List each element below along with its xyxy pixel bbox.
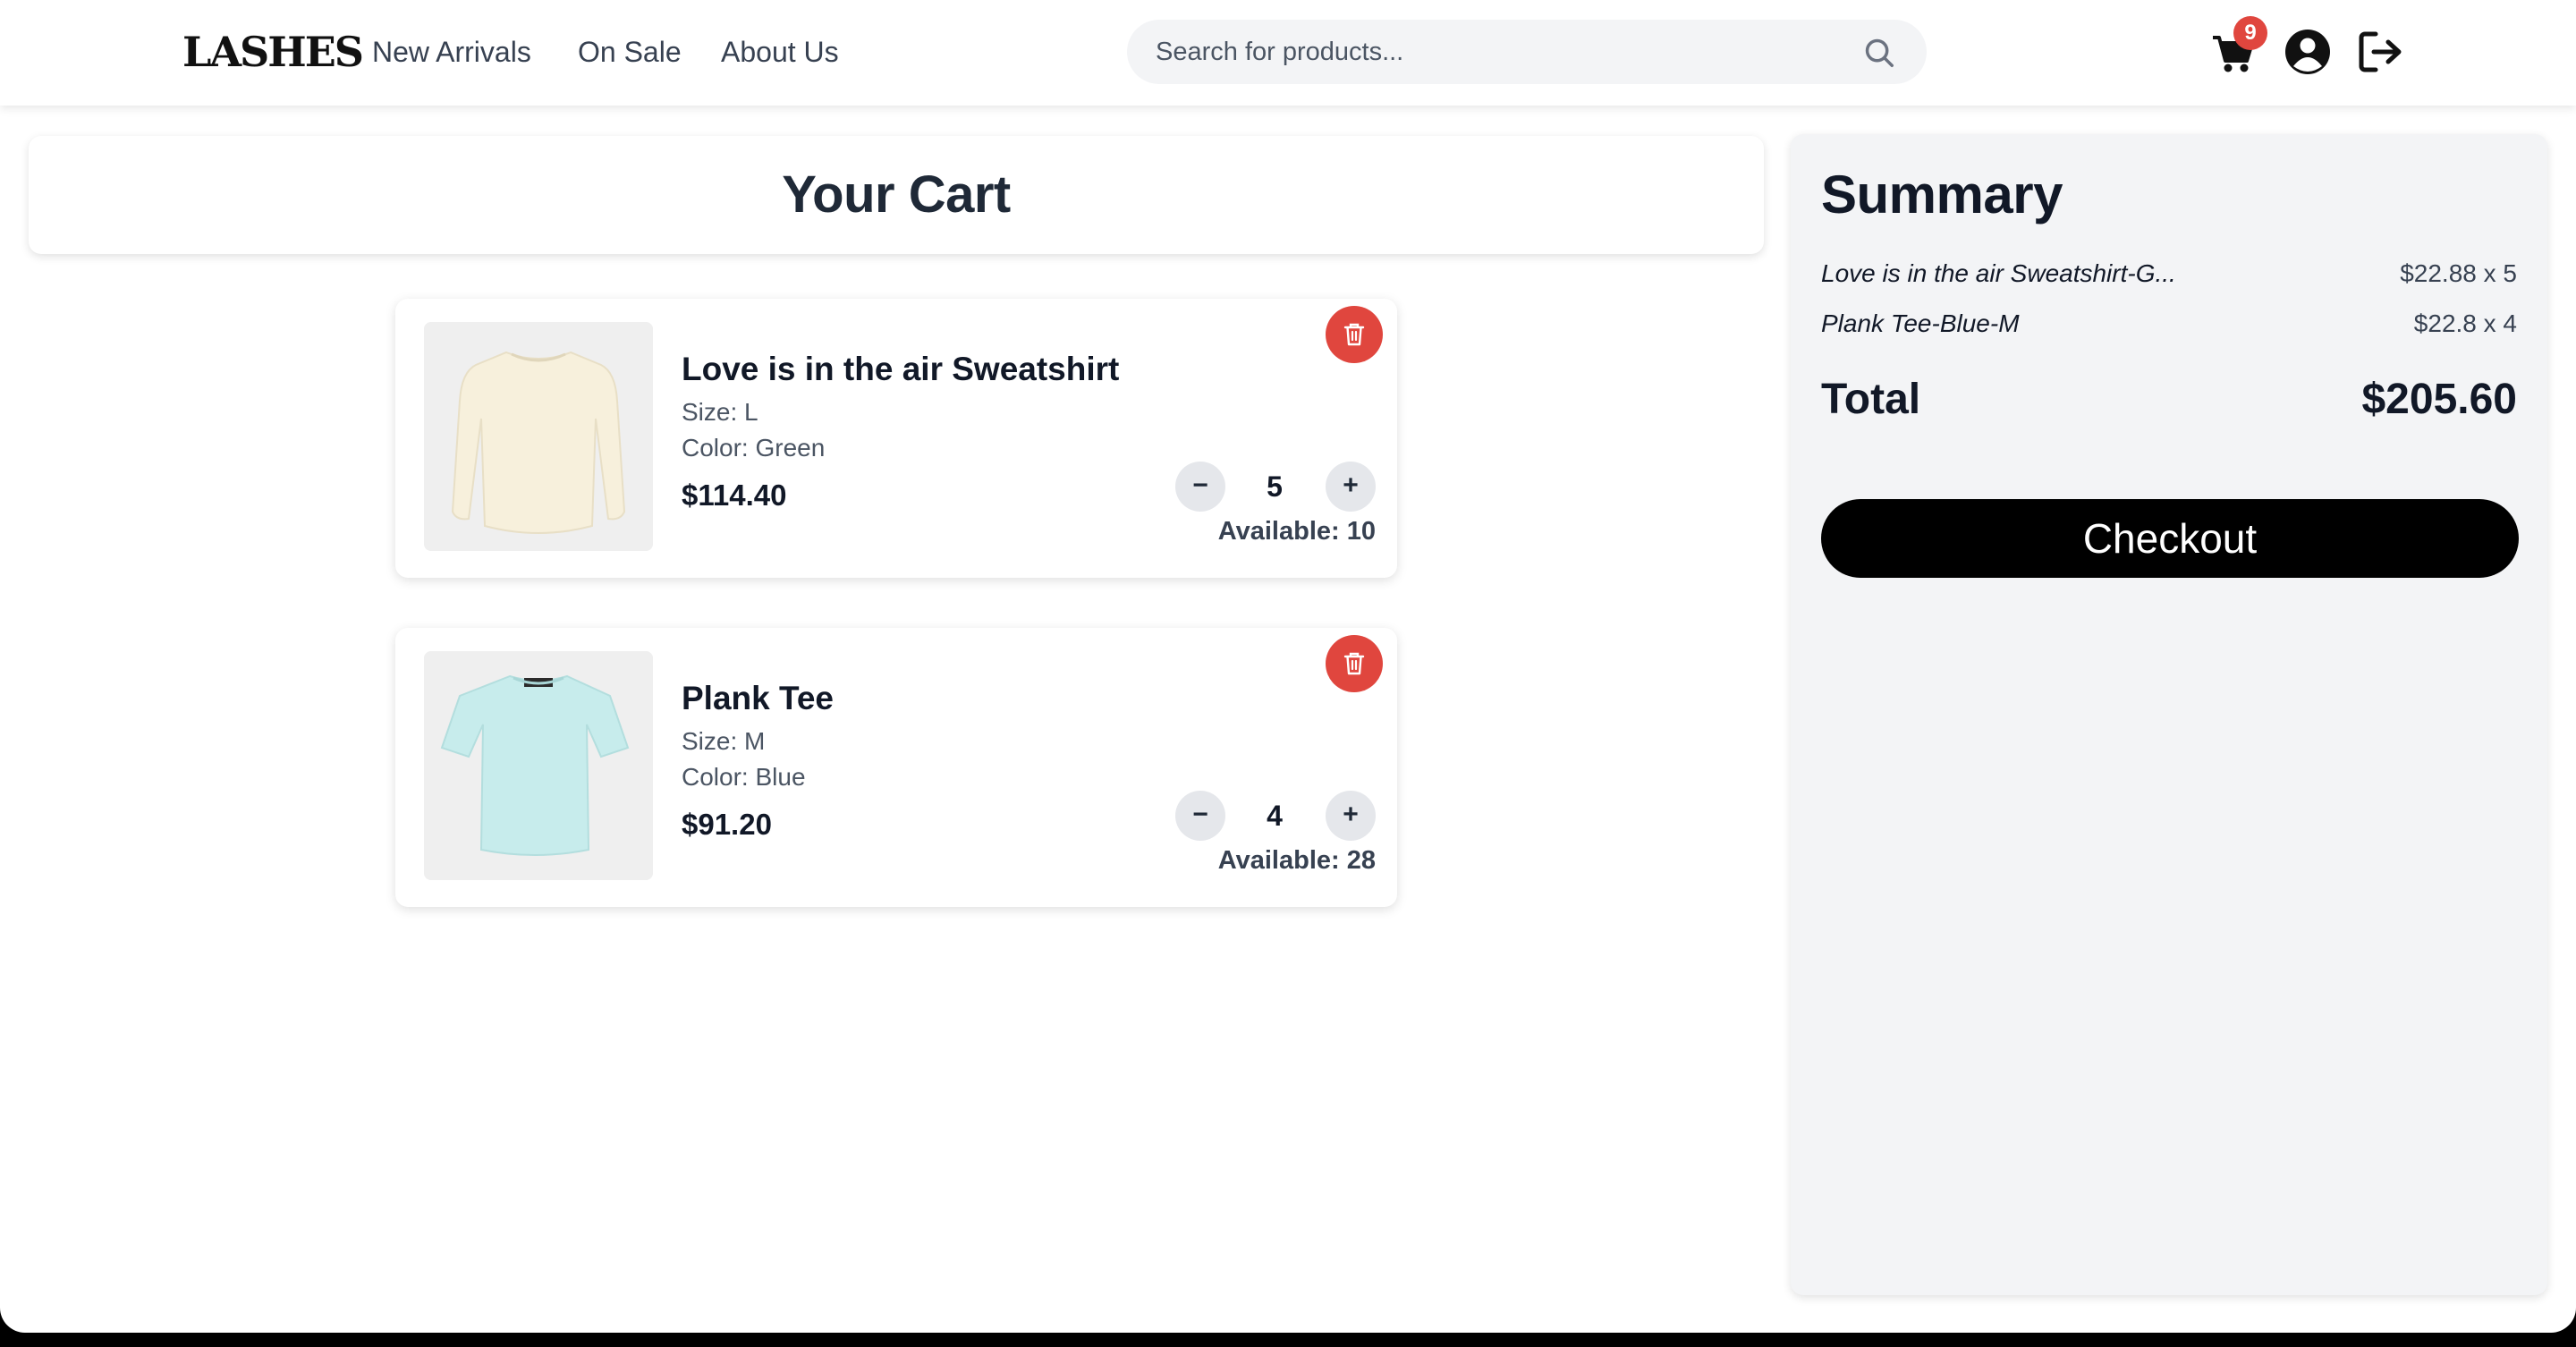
item-color: Color: Green bbox=[682, 434, 826, 462]
total-label: Total bbox=[1821, 376, 1921, 423]
available-stock: Available: 10 bbox=[1217, 517, 1376, 546]
user-account-icon[interactable] bbox=[2283, 25, 2333, 79]
summary-item-amount: $22.88 x 5 bbox=[2400, 259, 2517, 287]
item-name[interactable]: Plank Tee bbox=[682, 678, 834, 719]
trash-icon bbox=[1343, 652, 1365, 675]
available-stock: Available: 28 bbox=[1217, 846, 1376, 875]
total-value: $205.60 bbox=[2361, 376, 2517, 423]
decrease-quantity-button[interactable]: − bbox=[1175, 462, 1225, 512]
nav-new-arrivals[interactable]: New Arrivals bbox=[372, 34, 531, 70]
delete-item-button[interactable] bbox=[1326, 306, 1383, 363]
quantity-value: 5 bbox=[1267, 470, 1283, 503]
summary-item-name: Love is in the air Sweatshirt-G... bbox=[1821, 259, 2176, 287]
summary-item-name: Plank Tee-Blue-M bbox=[1821, 309, 2020, 337]
search-bar bbox=[1127, 20, 1927, 84]
item-price: $91.20 bbox=[682, 808, 772, 841]
tshirt-image bbox=[424, 651, 653, 880]
brand-logo[interactable]: LASHES bbox=[182, 27, 364, 77]
page-title: Your Cart bbox=[782, 165, 1011, 224]
item-name[interactable]: Love is in the air Sweatshirt bbox=[682, 349, 1119, 390]
item-price: $114.40 bbox=[682, 479, 787, 512]
cart-item: Love is in the air Sweatshirt Size: L Co… bbox=[395, 299, 1397, 578]
order-summary-panel: Summary Love is in the air Sweatshirt-G.… bbox=[1791, 134, 2547, 1295]
cart-title-panel: Your Cart bbox=[29, 136, 1764, 254]
summary-line-item: Plank Tee-Blue-M $22.8 x 4 bbox=[1821, 308, 2517, 340]
nav-about-us[interactable]: About Us bbox=[721, 34, 839, 70]
sweatshirt-image bbox=[424, 322, 653, 551]
delete-item-button[interactable] bbox=[1326, 635, 1383, 692]
increase-quantity-button[interactable]: + bbox=[1326, 791, 1376, 841]
nav-on-sale[interactable]: On Sale bbox=[578, 34, 682, 70]
checkout-button[interactable]: Checkout bbox=[1821, 499, 2519, 578]
summary-line-item: Love is in the air Sweatshirt-G... $22.8… bbox=[1821, 258, 2517, 290]
increase-quantity-button[interactable]: + bbox=[1326, 462, 1376, 512]
item-size: Size: M bbox=[682, 727, 766, 755]
cart-count-badge: 9 bbox=[2233, 16, 2267, 50]
item-color: Color: Blue bbox=[682, 763, 806, 791]
search-input[interactable] bbox=[1156, 32, 1853, 72]
logout-icon[interactable] bbox=[2356, 25, 2406, 79]
product-image-tee[interactable] bbox=[424, 651, 653, 880]
quantity-value: 4 bbox=[1267, 800, 1283, 832]
decrease-quantity-button[interactable]: − bbox=[1175, 791, 1225, 841]
top-navbar: LASHES New Arrivals On Sale About Us 9 bbox=[0, 0, 2576, 106]
trash-icon bbox=[1343, 323, 1365, 346]
item-size: Size: L bbox=[682, 398, 758, 426]
summary-title: Summary bbox=[1821, 165, 2063, 224]
product-image-sweatshirt[interactable] bbox=[424, 322, 653, 551]
app-viewport: LASHES New Arrivals On Sale About Us 9 bbox=[0, 0, 2576, 1333]
summary-item-amount: $22.8 x 4 bbox=[2413, 309, 2517, 337]
search-icon[interactable] bbox=[1862, 36, 1896, 70]
cart-item: Plank Tee Size: M Color: Blue $91.20 − 4… bbox=[395, 628, 1397, 907]
